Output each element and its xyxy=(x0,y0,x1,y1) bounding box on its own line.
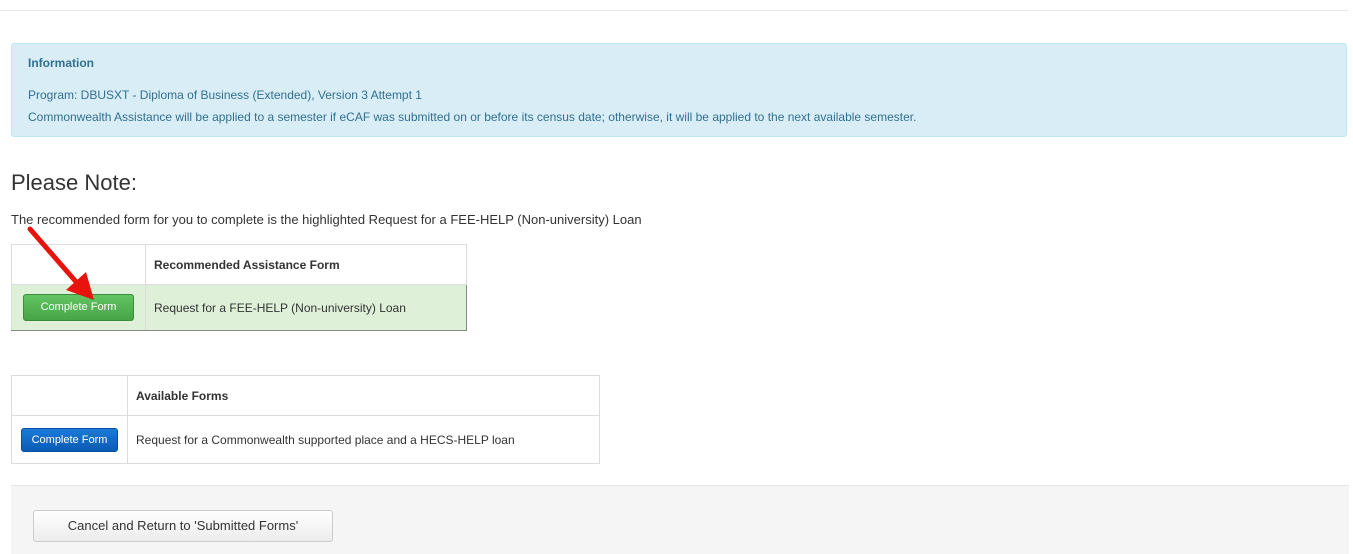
available-form-name: Request for a Commonwealth supported pla… xyxy=(127,415,600,464)
table-header-empty-cell xyxy=(11,244,146,285)
table-header-empty-cell xyxy=(11,375,128,416)
page: Information Program: DBUSXT - Diploma of… xyxy=(0,0,1353,554)
program-text: Program: DBUSXT - Diploma of Business (E… xyxy=(28,88,422,102)
information-alert: Information Program: DBUSXT - Diploma of… xyxy=(11,43,1347,137)
table-row: Complete Form Request for a FEE-HELP (No… xyxy=(11,284,467,331)
recommended-header: Recommended Assistance Form xyxy=(145,244,467,285)
table-header-row: Recommended Assistance Form xyxy=(11,244,467,285)
top-divider xyxy=(0,10,1348,11)
information-title: Information xyxy=(28,56,94,70)
please-note-heading: Please Note: xyxy=(11,170,137,195)
recommended-form-name: Request for a FEE-HELP (Non-university) … xyxy=(145,284,467,331)
table-cell-button: Complete Form xyxy=(11,415,128,464)
cancel-return-button[interactable]: Cancel and Return to 'Submitted Forms' xyxy=(33,510,333,542)
table-header-row: Available Forms xyxy=(11,375,600,416)
form-actions-footer: Cancel and Return to 'Submitted Forms' xyxy=(11,485,1349,554)
table-row: Complete Form Request for a Commonwealth… xyxy=(11,415,600,464)
complete-form-button-available[interactable]: Complete Form xyxy=(21,427,118,452)
available-forms-table: Available Forms Complete Form Request fo… xyxy=(11,375,600,464)
table-cell-button: Complete Form xyxy=(11,284,146,331)
assistance-notice-text: Commonwealth Assistance will be applied … xyxy=(28,110,917,124)
complete-form-button-recommended[interactable]: Complete Form xyxy=(23,294,134,321)
available-header: Available Forms xyxy=(127,375,600,416)
recommended-forms-table: Recommended Assistance Form Complete For… xyxy=(11,244,467,331)
recommendation-text: The recommended form for you to complete… xyxy=(11,212,642,227)
